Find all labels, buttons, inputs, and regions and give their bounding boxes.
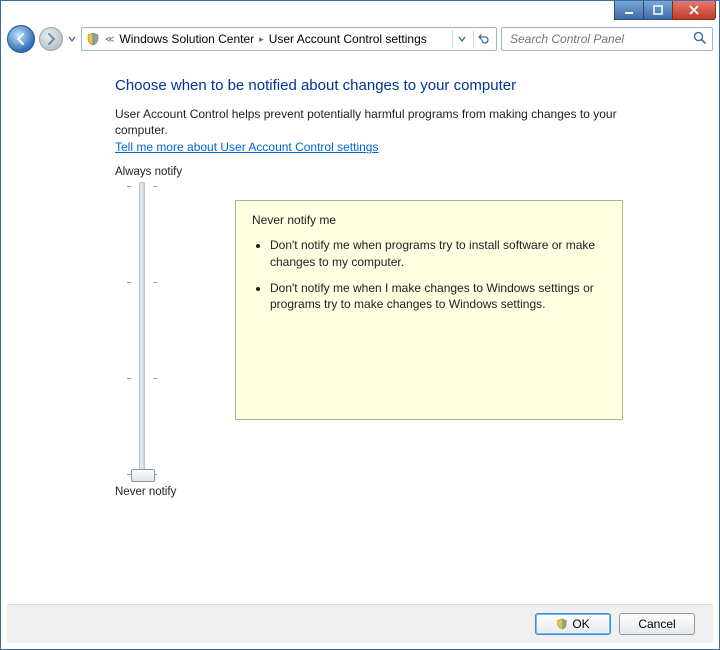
chevron-left-icon: ≪ bbox=[102, 34, 117, 45]
slider-label-bottom: Never notify bbox=[115, 486, 175, 498]
slider-label-top: Always notify bbox=[115, 166, 175, 178]
search-icon bbox=[693, 31, 706, 47]
slider-track bbox=[139, 182, 145, 482]
page-intro: User Account Control helps prevent poten… bbox=[115, 106, 645, 138]
back-arrow-icon bbox=[15, 33, 27, 45]
cancel-button-label: Cancel bbox=[638, 617, 675, 631]
learn-more-link[interactable]: Tell me more about User Account Control … bbox=[115, 140, 378, 154]
window-controls bbox=[615, 1, 716, 19]
search-input[interactable] bbox=[508, 31, 693, 47]
minimize-button[interactable] bbox=[614, 1, 644, 20]
info-bullet: Don't notify me when programs try to ins… bbox=[270, 237, 606, 269]
uac-slider[interactable] bbox=[127, 182, 175, 482]
shield-icon bbox=[556, 618, 568, 630]
maximize-button[interactable] bbox=[643, 1, 673, 20]
chevron-down-icon bbox=[458, 35, 466, 43]
uac-slider-area: Always notify Never notify Never notify … bbox=[115, 166, 693, 498]
ok-button-label: OK bbox=[572, 617, 589, 631]
window-frame: ≪ Windows Solution Center ▸ User Account… bbox=[0, 0, 720, 650]
back-button[interactable] bbox=[7, 25, 35, 53]
address-dropdown[interactable] bbox=[452, 30, 471, 48]
refresh-icon bbox=[477, 33, 489, 45]
close-button[interactable] bbox=[672, 1, 716, 20]
notification-info-panel: Never notify me Don't notify me when pro… bbox=[235, 200, 623, 420]
shield-icon bbox=[86, 32, 100, 46]
nav-history-dropdown[interactable] bbox=[67, 27, 77, 51]
search-box[interactable] bbox=[501, 27, 713, 51]
forward-arrow-icon bbox=[45, 33, 57, 45]
chevron-down-icon bbox=[68, 35, 76, 43]
dialog-footer: OK Cancel bbox=[7, 604, 713, 643]
page-heading: Choose when to be notified about changes… bbox=[115, 77, 693, 94]
info-panel-title: Never notify me bbox=[252, 213, 606, 227]
nav-bar: ≪ Windows Solution Center ▸ User Account… bbox=[1, 23, 719, 55]
ok-button[interactable]: OK bbox=[535, 613, 611, 635]
uac-slider-column: Always notify Never notify bbox=[115, 166, 175, 498]
cancel-button[interactable]: Cancel bbox=[619, 613, 695, 635]
breadcrumb-item[interactable]: User Account Control settings bbox=[269, 32, 427, 46]
info-bullet: Don't notify me when I make changes to W… bbox=[270, 280, 606, 312]
chevron-right-icon: ▸ bbox=[256, 34, 267, 45]
content-pane: Choose when to be notified about changes… bbox=[7, 59, 713, 603]
address-bar[interactable]: ≪ Windows Solution Center ▸ User Account… bbox=[81, 27, 497, 51]
forward-button[interactable] bbox=[39, 27, 63, 51]
refresh-button[interactable] bbox=[473, 30, 492, 48]
slider-thumb[interactable] bbox=[131, 469, 155, 482]
breadcrumb-item[interactable]: Windows Solution Center bbox=[119, 32, 254, 46]
